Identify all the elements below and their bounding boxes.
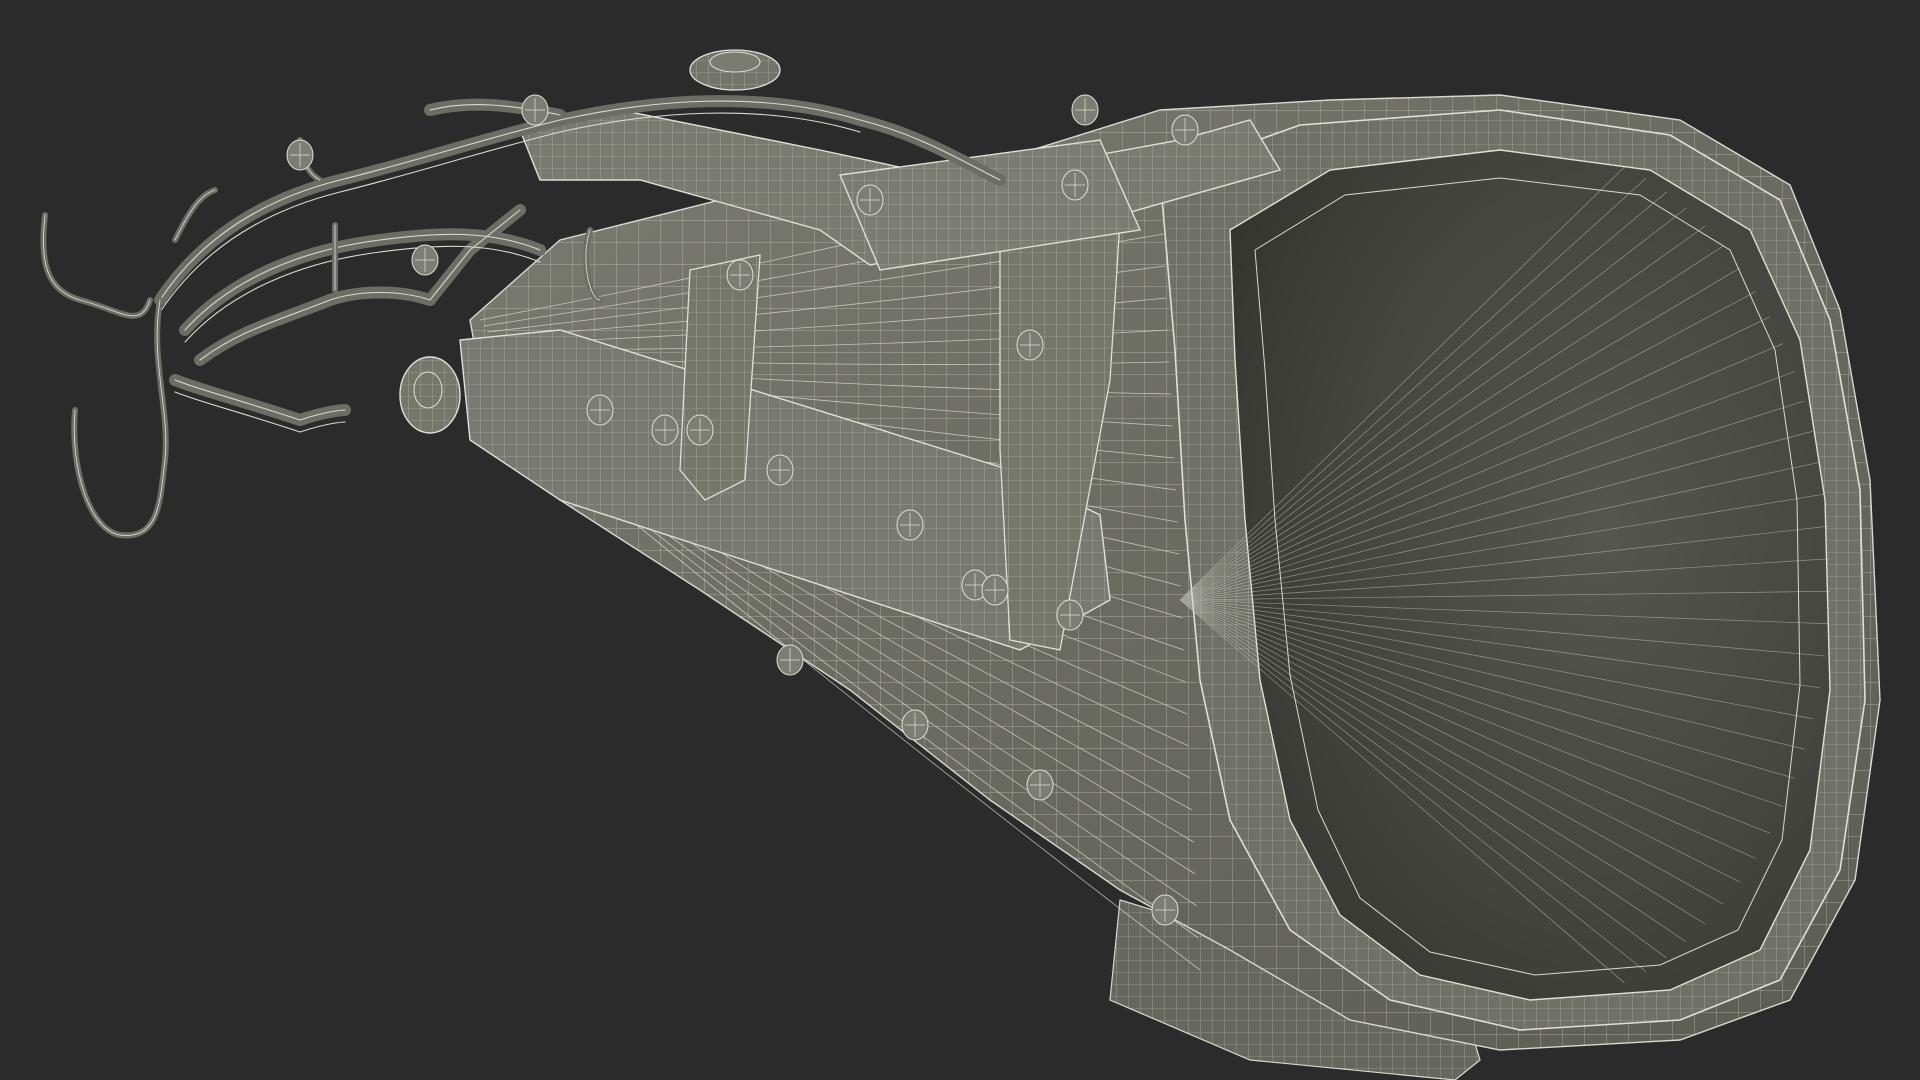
inner-cavity — [1229, 149, 1831, 1001]
render-viewport — [0, 0, 1920, 1080]
wireframe-muzzle-render — [0, 0, 1920, 1080]
top-buckle — [689, 49, 781, 91]
side-bolt — [399, 356, 461, 434]
